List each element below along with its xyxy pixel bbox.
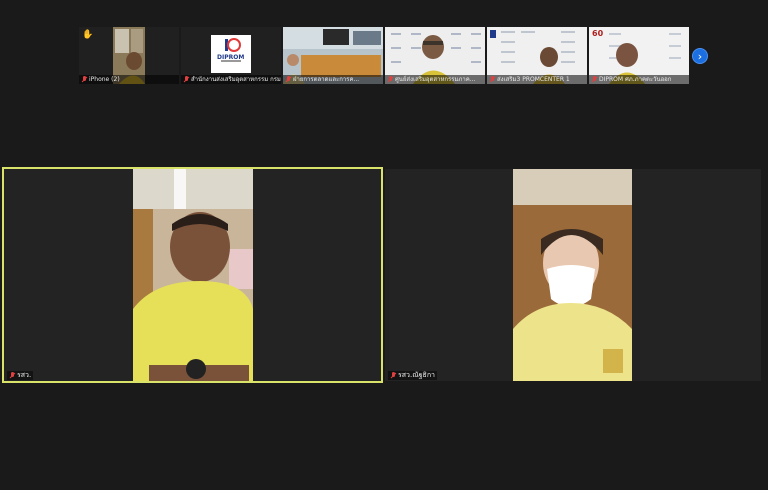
mic-off-icon xyxy=(591,76,597,83)
next-page-button[interactable]: › xyxy=(692,48,708,64)
mic-off-icon xyxy=(183,76,189,83)
participant-thumbnail[interactable]: ศูนย์ส่งเสริมอุตสาหกรรมภาค... xyxy=(385,27,485,84)
video-conference-window: ✋ iPhone (2) DIPROM สำนักงานส่งเสริมอุตส… xyxy=(0,0,768,490)
thumbnail-label: DIPROM ศภ.ภาคตะวันออก xyxy=(589,75,689,84)
participant-thumbnail[interactable]: ฝ่ายการตลาดและการค... xyxy=(283,27,383,84)
mic-off-icon xyxy=(387,76,393,83)
mic-off-icon xyxy=(81,76,87,83)
participant-thumbnail[interactable]: ส่งเสริม3 PROMCENTER 1 xyxy=(487,27,587,84)
participant-name: รสว.ณัฐธิกา xyxy=(388,371,437,380)
participant-video xyxy=(385,169,761,381)
thumbnail-strip: ✋ iPhone (2) DIPROM สำนักงานส่งเสริมอุตส… xyxy=(79,27,689,84)
mic-off-icon xyxy=(9,372,15,379)
participant-name: รสว. xyxy=(7,371,34,380)
participant-thumbnail[interactable]: ✋ iPhone (2) xyxy=(79,27,179,84)
mic-off-icon xyxy=(489,76,495,83)
logo-text: DIPROM xyxy=(217,54,245,61)
participant-thumbnail[interactable]: 60 DIPROM ศภ.ภาคตะวันออก xyxy=(589,27,689,84)
participant-thumbnail[interactable]: DIPROM สำนักงานส่งเสริมอุตสาหกรรม กรมส่ง… xyxy=(181,27,281,84)
participant-video xyxy=(4,169,381,381)
thumbnail-label: สำนักงานส่งเสริมอุตสาหกรรม กรมส่งเสริ... xyxy=(181,75,281,84)
mic-off-icon xyxy=(390,372,396,379)
thumbnail-label: ฝ่ายการตลาดและการค... xyxy=(283,75,383,84)
anniversary-badge: 60 xyxy=(592,29,604,38)
chevron-right-icon: › xyxy=(697,50,703,63)
main-video-tile[interactable]: รสว.ณัฐธิกา xyxy=(385,169,761,381)
main-video-tile[interactable]: รสว. xyxy=(2,167,383,383)
thumbnail-label: iPhone (2) xyxy=(79,75,179,84)
hand-raised-icon: ✋ xyxy=(82,30,94,40)
thumbnail-label: ศูนย์ส่งเสริมอุตสาหกรรมภาค... xyxy=(385,75,485,84)
mic-off-icon xyxy=(285,76,291,83)
thumbnail-label: ส่งเสริม3 PROMCENTER 1 xyxy=(487,75,587,84)
